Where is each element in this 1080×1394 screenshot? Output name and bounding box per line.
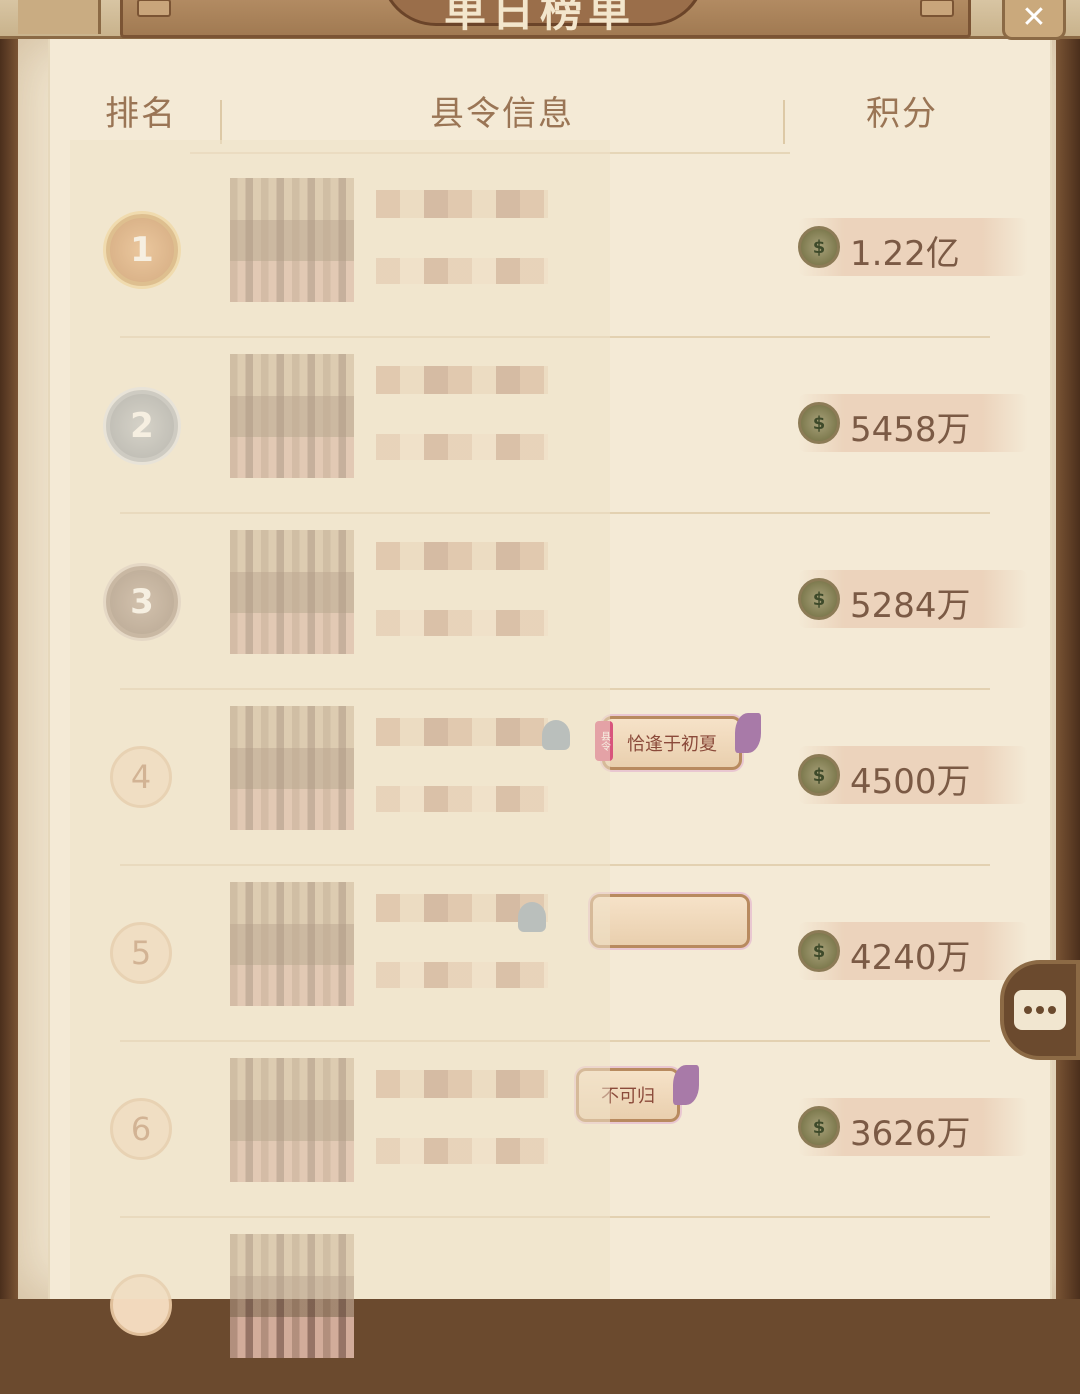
top-left-decoration bbox=[18, 0, 101, 34]
coin-icon: $ bbox=[798, 754, 840, 796]
score-value: 4500万 bbox=[850, 762, 971, 802]
privacy-mosaic-overlay bbox=[70, 140, 610, 1299]
page-title: 单日榜单 bbox=[443, 0, 636, 36]
player-title-badge[interactable]: 县令 恰逢于初夏 bbox=[595, 713, 761, 770]
coin-icon: $ bbox=[798, 402, 840, 444]
chat-bubble-icon bbox=[1014, 990, 1066, 1030]
info-column-header: 县令信息 bbox=[430, 94, 574, 134]
score-cell: $ 4240万 bbox=[798, 922, 1028, 980]
plaque-corner-right bbox=[920, 0, 954, 17]
score-value: 5284万 bbox=[850, 586, 971, 626]
score-cell: $ 3626万 bbox=[798, 1098, 1028, 1156]
score-cell: $ 1.22亿 bbox=[798, 218, 1028, 276]
close-icon: ✕ bbox=[1021, 0, 1047, 35]
left-frame bbox=[0, 0, 18, 1299]
score-value: 1.22亿 bbox=[850, 234, 960, 274]
score-cell: $ 5458万 bbox=[798, 394, 1028, 452]
chat-dot-icon bbox=[1024, 1006, 1032, 1014]
score-column-header: 积分 bbox=[866, 94, 938, 134]
close-button[interactable]: ✕ bbox=[1002, 0, 1066, 40]
chat-dot-icon bbox=[1036, 1006, 1044, 1014]
score-value: 3626万 bbox=[850, 1114, 971, 1154]
coin-icon: $ bbox=[798, 930, 840, 972]
score-cell: $ 5284万 bbox=[798, 570, 1028, 628]
header-separator bbox=[220, 100, 222, 144]
right-frame bbox=[1056, 0, 1080, 1299]
score-cell: $ 4500万 bbox=[798, 746, 1028, 804]
chat-button[interactable] bbox=[1000, 960, 1080, 1060]
coin-icon: $ bbox=[798, 226, 840, 268]
chat-dot-icon bbox=[1048, 1006, 1056, 1014]
title-badge-text: 恰逢于初夏 bbox=[627, 734, 717, 755]
coin-icon: $ bbox=[798, 578, 840, 620]
rank-column-header: 排名 bbox=[105, 94, 177, 134]
score-value: 4240万 bbox=[850, 938, 971, 978]
coin-icon: $ bbox=[798, 1106, 840, 1148]
score-value: 5458万 bbox=[850, 410, 971, 450]
player-title-badge[interactable] bbox=[590, 894, 750, 948]
plaque-corner-left bbox=[137, 0, 171, 17]
flower-icon bbox=[735, 713, 761, 753]
header-separator bbox=[783, 100, 785, 144]
flower-icon bbox=[673, 1065, 699, 1105]
